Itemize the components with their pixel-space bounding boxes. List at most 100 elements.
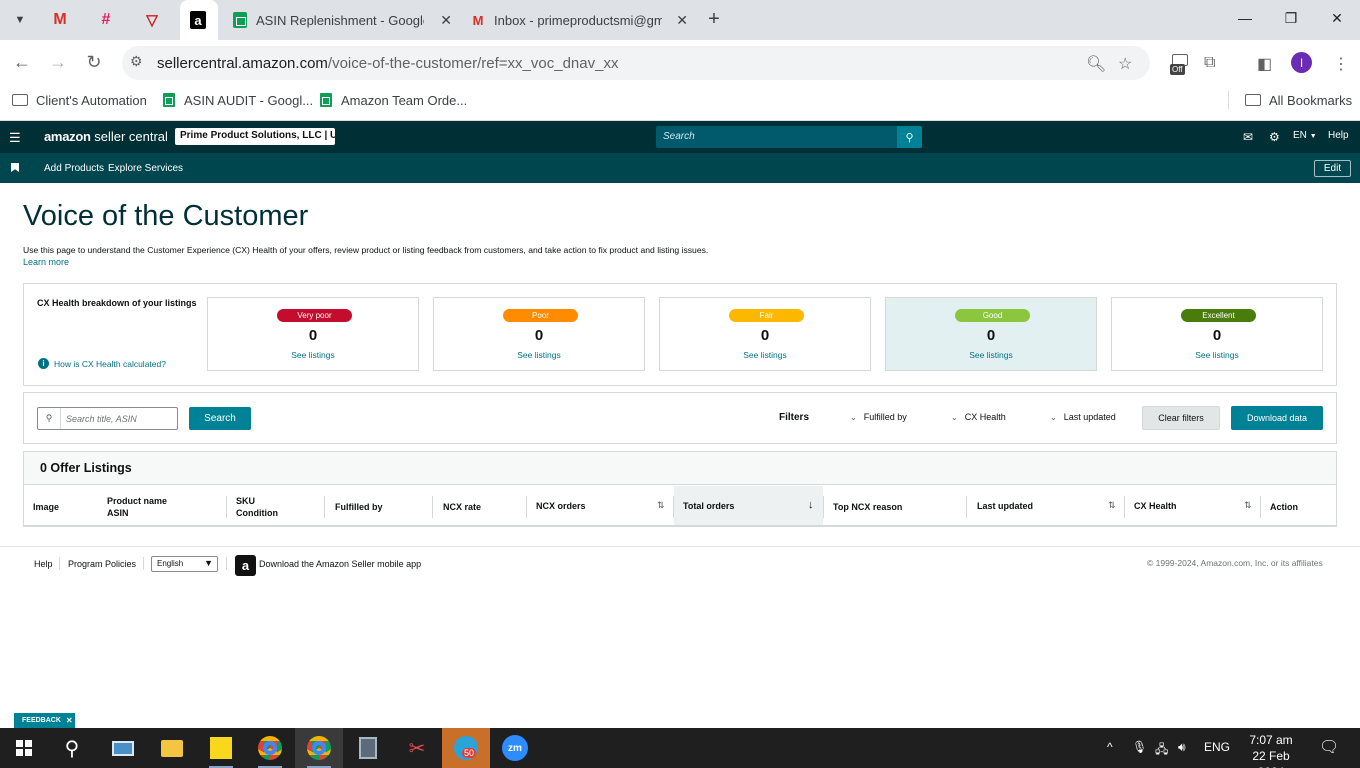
back-button[interactable]: ←	[11, 52, 33, 73]
forward-button[interactable]: →	[47, 52, 69, 73]
cx-card-excellent[interactable]: Excellent 0 See listings	[1111, 297, 1323, 371]
taskbar-sticky-notes[interactable]	[197, 728, 245, 768]
help-link[interactable]: Help	[1328, 130, 1349, 141]
footer-separator	[226, 557, 227, 570]
tab-gmail-inbox[interactable]: M Inbox - primeproductsmi@gma ✕	[460, 0, 696, 40]
bookmark-star-icon[interactable]: ☆	[1118, 54, 1132, 74]
microphone-icon[interactable]: 🎙︎	[1132, 740, 1147, 754]
account-switcher[interactable]: Prime Product Solutions, LLC | U...	[175, 128, 335, 145]
column-header-cx-health[interactable]: CX Health	[1134, 500, 1177, 512]
explore-services-link[interactable]: Explore Services	[108, 163, 183, 174]
footer-help-link[interactable]: Help	[34, 559, 53, 569]
language-selector[interactable]: EN ▼	[1293, 130, 1317, 141]
bookmark-amazon-team-orders[interactable]: Amazon Team Orde...	[320, 92, 467, 108]
cx-card-good[interactable]: Good 0 See listings	[885, 297, 1097, 371]
add-products-link[interactable]: Add Products	[44, 163, 104, 174]
edit-button[interactable]: Edit	[1314, 160, 1351, 177]
chrome-menu-icon[interactable]: ⋮	[1333, 54, 1349, 74]
taskbar-laptop-app[interactable]	[99, 728, 147, 768]
taskbar-chrome-2[interactable]	[295, 728, 343, 768]
all-bookmarks[interactable]: All Bookmarks	[1245, 92, 1352, 108]
sort-icon[interactable]: ⇅	[1108, 500, 1116, 511]
site-info-icon[interactable]: ⚙	[130, 53, 143, 70]
taskbar-file-explorer[interactable]	[148, 728, 196, 768]
column-header-total-orders[interactable]: Total orders	[683, 500, 734, 512]
show-hidden-icons-chevron-icon[interactable]: ^	[1107, 740, 1113, 754]
clear-filters-button[interactable]: Clear filters	[1142, 406, 1220, 430]
google-sheets-icon	[232, 12, 248, 28]
taskbar-search[interactable]: ⚲	[48, 728, 96, 768]
taskbar-zoom[interactable]: zm	[491, 728, 539, 768]
download-app-link[interactable]: Download the Amazon Seller mobile app	[259, 559, 421, 569]
taskbar-snipping-tool[interactable]: ✂	[393, 728, 441, 768]
search-icon: ⚲	[64, 737, 80, 760]
see-listings-link[interactable]: See listings	[660, 350, 870, 360]
filter-last-updated[interactable]: ⌄ Last updated	[1050, 412, 1116, 422]
see-listings-link[interactable]: See listings	[1112, 350, 1322, 360]
sort-icon[interactable]: ⇅	[1244, 500, 1252, 511]
close-window-button[interactable]: ✕	[1327, 10, 1347, 27]
input-language-indicator[interactable]: ENG	[1204, 740, 1230, 754]
pinned-tab-slack[interactable]: #	[88, 6, 124, 34]
tab-amazon-seller-central[interactable]: a	[180, 0, 218, 40]
minimize-button[interactable]: —	[1235, 10, 1255, 26]
restore-button[interactable]: ❐	[1281, 10, 1301, 27]
close-icon[interactable]: ✕	[676, 12, 688, 29]
menu-icon[interactable]: ☰	[9, 130, 21, 146]
extensions-puzzle-icon[interactable]: ⧉	[1204, 54, 1215, 72]
zoom-icon[interactable]: 🔍︎	[1086, 54, 1106, 74]
taskbar-clock[interactable]: 7:07 am22 Feb 2024	[1240, 732, 1302, 768]
column-header-image: Image	[33, 502, 60, 512]
download-data-button[interactable]: Download data	[1231, 406, 1323, 430]
pinned-tab-vivaldi[interactable]: ▽	[134, 6, 170, 34]
learn-more-link[interactable]: Learn more	[23, 257, 69, 267]
new-tab-button[interactable]: +	[703, 8, 725, 31]
cx-health-calculation-link[interactable]: How is CX Health calculated?	[54, 359, 166, 369]
program-policies-link[interactable]: Program Policies	[68, 559, 136, 569]
column-header-ncx-orders[interactable]: NCX orders	[536, 500, 586, 512]
listing-search-input[interactable]: ⚲ Search title, ASIN	[37, 407, 178, 430]
sort-icon[interactable]: ⇅	[657, 500, 665, 511]
sort-descending-icon[interactable]: ↓	[808, 499, 814, 511]
see-listings-link[interactable]: See listings	[434, 350, 644, 360]
reload-button[interactable]: ↻	[83, 52, 105, 73]
volume-icon[interactable]: 🔊︎	[1178, 740, 1186, 755]
header-search-button[interactable]: ⚲	[897, 126, 922, 148]
laptop-icon	[112, 740, 134, 756]
extension-off-icon[interactable]: Off	[1170, 54, 1190, 76]
start-button[interactable]	[0, 728, 48, 768]
search-button[interactable]: Search	[189, 407, 251, 430]
amazon-app-icon[interactable]: a	[235, 555, 256, 576]
bookmark-asin-audit[interactable]: ASIN AUDIT - Googl...	[163, 92, 313, 108]
column-divider	[823, 496, 824, 518]
settings-gear-icon[interactable]: ⚙	[1269, 130, 1280, 144]
tab-search-dropdown[interactable]: ▼	[8, 8, 32, 32]
profile-avatar[interactable]: I	[1291, 52, 1312, 73]
pinned-tab-gmail[interactable]: M	[42, 6, 78, 34]
seller-central-logo[interactable]: amazon seller central	[44, 129, 168, 144]
cx-card-fair[interactable]: Fair 0 See listings	[659, 297, 871, 371]
notifications-icon[interactable]: 🗨︎	[1319, 737, 1339, 757]
cx-card-poor[interactable]: Poor 0 See listings	[433, 297, 645, 371]
chevron-down-icon: ⌄	[951, 413, 958, 422]
see-listings-link[interactable]: See listings	[886, 350, 1096, 360]
see-listings-link[interactable]: See listings	[208, 350, 418, 360]
feedback-button[interactable]: FEEDBACK ✕	[14, 713, 75, 728]
side-panel-icon[interactable]: ◧	[1257, 54, 1272, 74]
taskbar-chrome-1[interactable]	[246, 728, 294, 768]
filter-cx-health[interactable]: ⌄ CX Health	[951, 412, 1006, 422]
taskbar-calculator[interactable]	[344, 728, 392, 768]
mail-icon[interactable]: ✉	[1243, 130, 1253, 144]
network-icon[interactable]: 🖧	[1155, 740, 1168, 761]
cx-card-very-poor[interactable]: Very poor 0 See listings	[207, 297, 419, 371]
bookmark-clients-automation[interactable]: Client's Automation	[12, 92, 147, 108]
tab-asin-replenishment[interactable]: ASIN Replenishment - Google S ✕	[222, 0, 460, 40]
column-header-last-updated[interactable]: Last updated	[977, 500, 1033, 512]
url-text[interactable]: sellercentral.amazon.com/voice-of-the-cu…	[157, 55, 618, 72]
close-icon[interactable]: ✕	[440, 12, 452, 29]
column-divider	[673, 496, 674, 518]
chevron-down-icon: ⌄	[850, 413, 857, 422]
footer-language-select[interactable]: English ▼	[151, 556, 218, 572]
filter-fulfilled-by[interactable]: ⌄ Fulfilled by	[850, 412, 907, 422]
taskbar-telegram[interactable]: 50	[442, 728, 490, 768]
